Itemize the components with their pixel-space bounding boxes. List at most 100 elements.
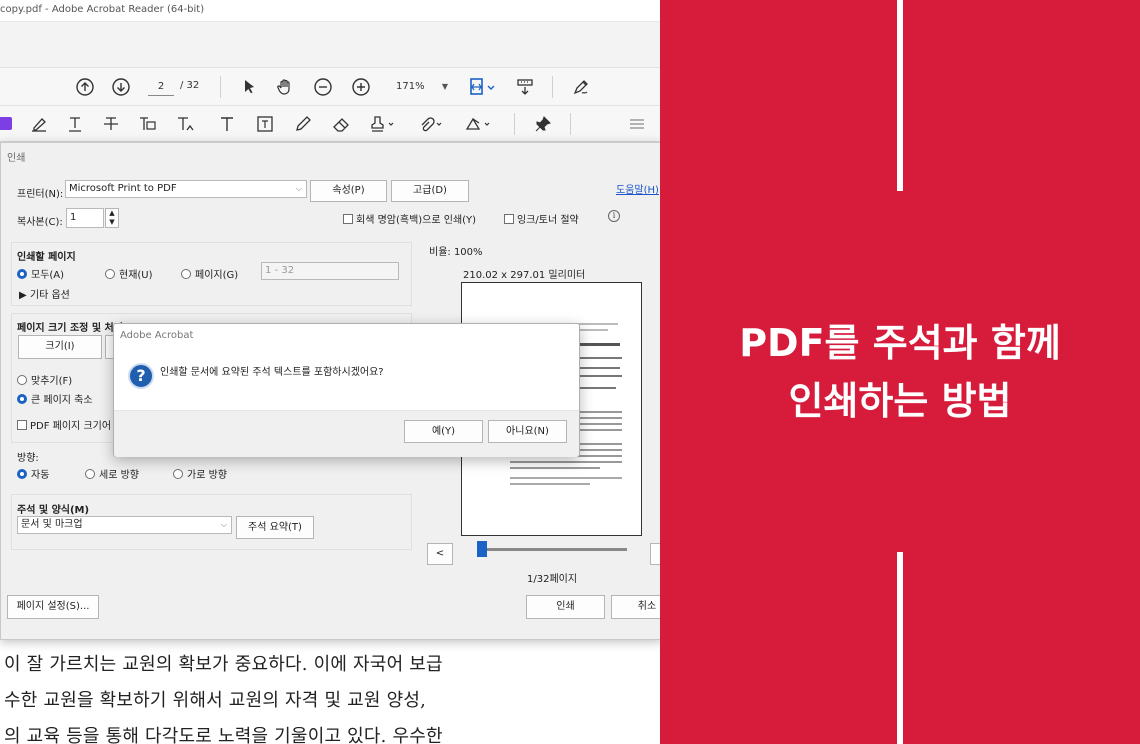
insert-text-icon[interactable]: [172, 111, 198, 137]
pages-range-radio[interactable]: 페이지(G): [181, 266, 238, 281]
orientation-heading: 방향:: [17, 453, 39, 464]
comment-toolbar: [0, 106, 660, 142]
select-arrow-icon[interactable]: [236, 74, 262, 100]
eraser-icon[interactable]: [328, 111, 354, 137]
help-link[interactable]: 도움말(H): [616, 181, 659, 196]
preview-prev-button[interactable]: <: [427, 543, 453, 565]
window-titlebar: copy.pdf - Adobe Acrobat Reader (64-bit): [0, 0, 660, 22]
pages-all-radio[interactable]: 모두(A): [17, 266, 64, 281]
shrink-radio[interactable]: 큰 페이지 축소: [17, 391, 93, 406]
comments-select-value: 문서 및 마크업: [21, 519, 83, 530]
cancel-button[interactable]: 취소: [611, 595, 660, 619]
summarize-comments-button[interactable]: 주석 요약(T): [236, 516, 314, 539]
grayscale-checkbox[interactable]: 회색 명암(흑백)으로 인쇄(Y): [343, 211, 476, 226]
chevron-down-icon: ▼: [441, 82, 448, 91]
page-number-input[interactable]: 2: [148, 78, 174, 96]
scroll-mode-icon[interactable]: [512, 74, 538, 100]
comments-select[interactable]: 문서 및 마크업 ⌵: [17, 516, 232, 534]
pages-all-label: 모두(A): [31, 270, 65, 281]
pdf-page-size-label: PDF 페이지 크기어: [30, 421, 112, 432]
shapes-icon[interactable]: [462, 111, 496, 137]
banner-line-1: PDF를 주석과 함께: [739, 321, 1061, 365]
attach-file-icon[interactable]: [414, 111, 448, 137]
info-icon[interactable]: i: [608, 210, 620, 222]
sizing-heading: 페이지 크기 조정 및 처리: [17, 323, 123, 334]
pdf-page-size-checkbox[interactable]: PDF 페이지 크기어: [17, 417, 111, 432]
text-box-icon[interactable]: [252, 111, 278, 137]
page-total: / 32: [180, 80, 200, 91]
chevron-down-icon: ⌵: [220, 520, 227, 529]
paper-size-label: 210.02 x 297.01 밀리미터: [463, 270, 586, 281]
fit-radio[interactable]: 맞추기(F): [17, 372, 72, 387]
preview-slider-thumb[interactable]: [477, 541, 487, 557]
document-text-line: 의 교육 등을 통해 다각도로 노력을 기울이고 있다. 우수한: [4, 726, 443, 744]
highlighter-icon[interactable]: [26, 111, 52, 137]
copies-label: 복사본(C):: [17, 217, 63, 228]
sign-pen-icon[interactable]: [568, 74, 594, 100]
next-page-icon[interactable]: [108, 74, 134, 100]
yes-button[interactable]: 예(Y): [404, 420, 483, 443]
sticky-note-icon[interactable]: [0, 111, 18, 137]
more-tools-icon[interactable]: [624, 111, 650, 137]
document-text-line: 이 잘 가르치는 교원의 확보가 중요하다. 이에 자국어 보급: [4, 654, 443, 675]
shrink-label: 큰 페이지 축소: [31, 395, 93, 406]
document-text-line: 수한 교원을 확보하기 위해서 교원의 자격 및 교원 양성,: [4, 690, 427, 711]
zoom-level-select[interactable]: 171% ▼: [392, 78, 448, 96]
comments-heading: 주석 및 양식(M): [17, 505, 90, 516]
banner-divider-bottom: [897, 552, 903, 744]
preview-page-slider[interactable]: [479, 548, 627, 551]
more-options-toggle[interactable]: ▶ 기타 옵션: [19, 286, 70, 301]
previous-page-icon[interactable]: [72, 74, 98, 100]
grayscale-label: 회색 명암(흑백)으로 인쇄(Y): [356, 215, 477, 226]
chevron-down-icon: ⌵: [295, 184, 302, 193]
size-button[interactable]: 크기(I): [18, 335, 102, 359]
toolbar-divider: [552, 76, 553, 98]
print-button[interactable]: 인쇄: [526, 595, 605, 619]
replace-text-icon[interactable]: [134, 111, 160, 137]
scale-label: 비율: 100%: [429, 247, 483, 258]
question-icon: ?: [128, 363, 154, 389]
banner-divider-top: [897, 0, 903, 191]
include-comments-alert: Adobe Acrobat ? 인쇄할 문서에 요약된 주석 텍스트를 포함하시…: [113, 323, 580, 457]
add-text-icon[interactable]: [214, 111, 240, 137]
copies-stepper[interactable]: ▲ ▼: [105, 208, 119, 228]
advanced-button[interactable]: 고급(D): [391, 180, 469, 202]
orient-auto-label: 자동: [31, 470, 50, 481]
window-title: copy.pdf - Adobe Acrobat Reader (64-bit): [0, 4, 205, 15]
page-setup-button[interactable]: 페이지 설정(S)...: [7, 595, 99, 619]
zoom-in-icon[interactable]: [348, 74, 374, 100]
pages-current-radio[interactable]: 현재(U): [105, 266, 153, 281]
printer-select[interactable]: Microsoft Print to PDF ⌵: [65, 180, 307, 198]
page-fit-icon[interactable]: [466, 74, 500, 100]
acrobat-screenshot: copy.pdf - Adobe Acrobat Reader (64-bit)…: [0, 0, 660, 744]
pages-range-input[interactable]: 1 - 32: [261, 262, 399, 280]
fit-label: 맞추기(F): [31, 376, 73, 387]
printer-select-value: Microsoft Print to PDF: [69, 183, 177, 194]
alert-message: 인쇄할 문서에 요약된 주석 텍스트를 포함하시겠어요?: [160, 367, 384, 378]
stamp-icon[interactable]: [366, 111, 400, 137]
orient-auto-radio[interactable]: 자동: [17, 466, 49, 481]
pin-icon[interactable]: [530, 111, 556, 137]
toolbar-divider: [220, 76, 221, 98]
ink-save-checkbox[interactable]: 잉크/토너 절약: [504, 211, 579, 226]
printer-label: 프린터(N):: [17, 189, 64, 200]
print-dialog-title: 인쇄: [7, 153, 26, 164]
strikethrough-icon[interactable]: [98, 111, 124, 137]
banner-headline: PDF를 주석과 함께 인쇄하는 방법: [660, 314, 1140, 430]
copies-input[interactable]: 1: [66, 208, 104, 228]
no-button[interactable]: 아니요(N): [488, 420, 567, 443]
toolbar-divider: [570, 113, 571, 135]
title-banner: PDF를 주석과 함께 인쇄하는 방법: [660, 0, 1140, 744]
orient-landscape-radio[interactable]: 가로 방향: [173, 466, 227, 481]
orient-portrait-radio[interactable]: 세로 방향: [85, 466, 139, 481]
menu-bar: [0, 22, 660, 68]
underline-text-icon[interactable]: [62, 111, 88, 137]
pages-current-label: 현재(U): [119, 270, 153, 281]
draw-pencil-icon[interactable]: [290, 111, 316, 137]
orient-portrait-label: 세로 방향: [99, 470, 139, 481]
preview-next-button[interactable]: [650, 543, 660, 565]
pages-heading: 인쇄할 페이지: [17, 252, 76, 263]
properties-button[interactable]: 속성(P): [310, 180, 387, 202]
zoom-out-icon[interactable]: [310, 74, 336, 100]
hand-tool-icon[interactable]: [272, 74, 298, 100]
